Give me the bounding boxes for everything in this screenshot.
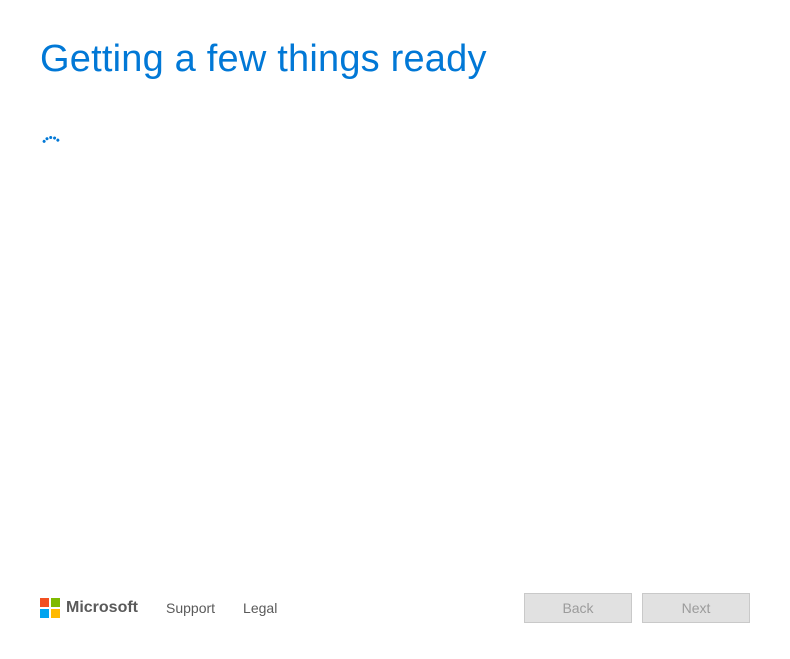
back-button[interactable]: Back xyxy=(524,593,632,623)
footer-left: Microsoft Support Legal xyxy=(40,598,277,618)
microsoft-logo-text: Microsoft xyxy=(66,599,138,617)
microsoft-logo-icon xyxy=(40,598,60,618)
next-button[interactable]: Next xyxy=(642,593,750,623)
footer-right: Back Next xyxy=(524,593,750,623)
support-link[interactable]: Support xyxy=(166,600,215,616)
legal-link[interactable]: Legal xyxy=(243,600,277,616)
microsoft-logo: Microsoft xyxy=(40,598,138,618)
footer: Microsoft Support Legal Back Next xyxy=(0,581,790,659)
page-title: Getting a few things ready xyxy=(40,38,750,81)
header: Getting a few things ready xyxy=(0,0,790,81)
loading-spinner-icon xyxy=(40,135,62,157)
